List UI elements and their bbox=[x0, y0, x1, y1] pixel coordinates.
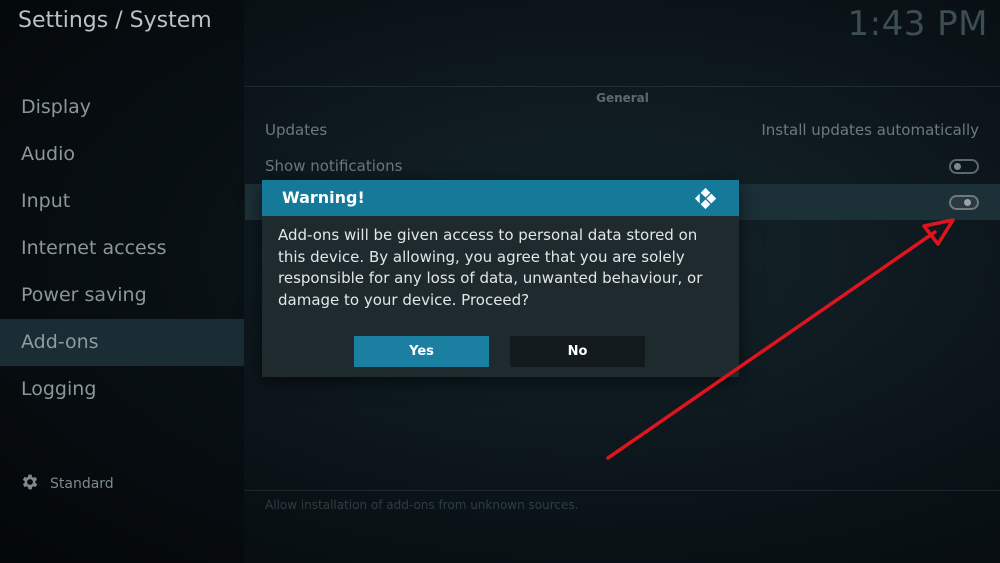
sidebar-item-input[interactable]: Input bbox=[0, 178, 244, 225]
dialog-title: Warning! bbox=[282, 188, 365, 207]
settings-level-button[interactable]: Standard bbox=[20, 472, 114, 496]
toggle-knob bbox=[954, 163, 961, 170]
sidebar-item-power-saving[interactable]: Power saving bbox=[0, 272, 244, 319]
sidebar-item-logging[interactable]: Logging bbox=[0, 366, 244, 413]
setting-row-show-notifications[interactable]: Show notifications bbox=[245, 148, 1000, 184]
section-header: General bbox=[596, 91, 649, 105]
settings-level-label: Standard bbox=[50, 476, 114, 492]
dialog-message: Add-ons will be given access to personal… bbox=[278, 226, 703, 309]
toggle-knob bbox=[964, 199, 971, 206]
sidebar-item-add-ons[interactable]: Add-ons bbox=[0, 319, 244, 366]
sidebar-item-internet-access[interactable]: Internet access bbox=[0, 225, 244, 272]
sidebar-item-display[interactable]: Display bbox=[0, 84, 244, 131]
setting-value: Install updates automatically bbox=[761, 121, 979, 139]
gear-icon bbox=[20, 472, 40, 496]
page-title: Settings / System bbox=[18, 8, 212, 33]
yes-button[interactable]: Yes bbox=[354, 336, 489, 367]
clock: 1:43 PM bbox=[847, 4, 988, 44]
setting-label: Updates bbox=[265, 121, 328, 139]
kodi-logo-icon bbox=[694, 187, 717, 210]
no-button[interactable]: No bbox=[510, 336, 645, 367]
setting-label: Show notifications bbox=[265, 157, 403, 175]
warning-dialog: Warning! Add-ons will be given access to… bbox=[262, 180, 739, 377]
dialog-header: Warning! bbox=[262, 180, 739, 216]
toggle-switch[interactable] bbox=[949, 195, 979, 210]
help-divider bbox=[245, 490, 1000, 491]
setting-help-text: Allow installation of add-ons from unkno… bbox=[265, 498, 579, 512]
sidebar-item-audio[interactable]: Audio bbox=[0, 131, 244, 178]
sidebar: Display Audio Input Internet access Powe… bbox=[0, 84, 244, 514]
toggle-switch[interactable] bbox=[949, 159, 979, 174]
setting-row-updates[interactable]: Updates Install updates automatically bbox=[245, 112, 1000, 148]
